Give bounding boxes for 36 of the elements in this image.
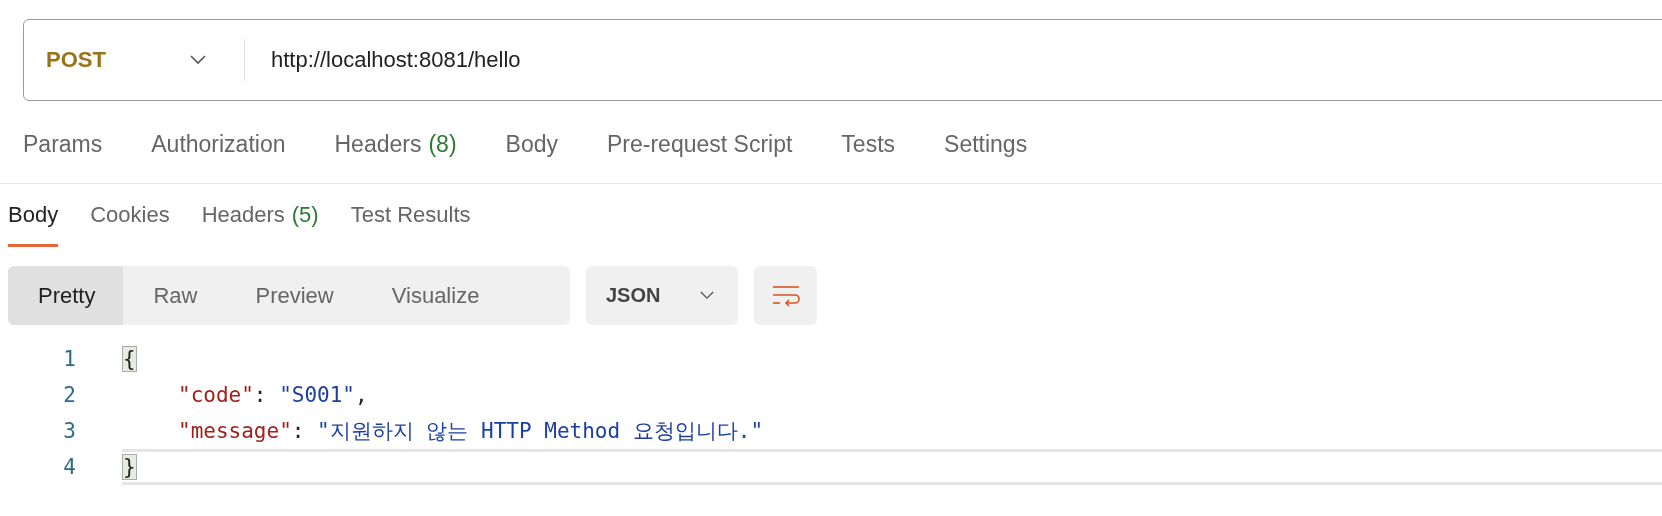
request-tab[interactable]: Authorization xyxy=(151,130,286,158)
response-tab[interactable]: Headers (5) xyxy=(201,185,319,247)
url-field[interactable]: http://localhost:8081/hello xyxy=(245,47,1662,73)
punctuation: , xyxy=(355,383,368,407)
line-number: 2 xyxy=(62,383,76,407)
brace-token: { xyxy=(122,346,137,372)
punctuation: : xyxy=(253,383,268,407)
chevron-down-icon xyxy=(700,291,714,300)
wrap-lines-icon xyxy=(770,283,801,308)
chevron-down-icon xyxy=(190,55,206,65)
request-tab[interactable]: Params xyxy=(23,130,103,158)
request-tab[interactable]: Tests xyxy=(841,130,896,158)
json-string: "S001" xyxy=(279,383,355,407)
response-tab[interactable]: Test Results xyxy=(350,185,471,247)
line-number: 1 xyxy=(62,347,76,371)
view-mode-option[interactable]: Pretty xyxy=(8,266,124,325)
request-tab[interactable]: Body xyxy=(505,130,558,158)
json-key: "message" xyxy=(178,419,292,443)
response-tab[interactable]: Body xyxy=(8,185,59,247)
format-dropdown[interactable]: JSON xyxy=(586,266,738,325)
line-number: 3 xyxy=(62,419,76,443)
method-dropdown[interactable]: POST xyxy=(24,20,244,100)
json-key: "code" xyxy=(178,383,254,407)
view-mode-option[interactable]: Preview xyxy=(225,266,362,325)
brace-token: } xyxy=(122,454,137,480)
url-bar[interactable]: POST http://localhost:8081/hello xyxy=(23,19,1662,101)
request-tab[interactable]: Headers (8) xyxy=(334,130,457,158)
response-tab[interactable]: Cookies xyxy=(90,185,170,247)
view-mode-option[interactable]: Visualize xyxy=(361,266,508,325)
json-string: "지원하지 않는 HTTP Method 요청입니다." xyxy=(317,418,764,445)
request-tab[interactable]: Settings xyxy=(944,130,1028,158)
wrap-lines-button[interactable] xyxy=(754,266,817,325)
view-mode-option[interactable]: Raw xyxy=(123,266,226,325)
punctuation: : xyxy=(291,419,306,443)
line-number: 4 xyxy=(62,455,76,479)
request-tab[interactable]: Pre-request Script xyxy=(607,130,793,158)
